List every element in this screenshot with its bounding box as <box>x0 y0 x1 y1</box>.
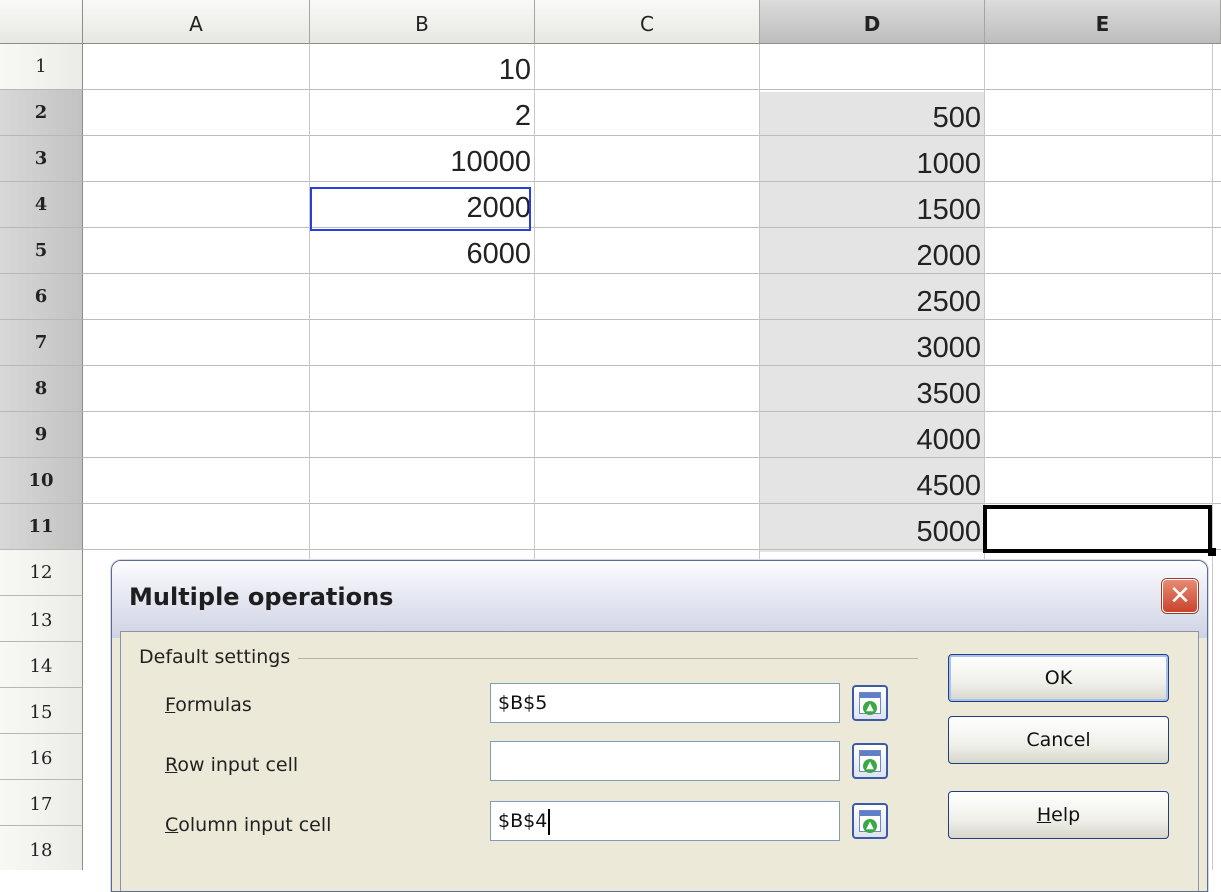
dialog-titlebar[interactable]: Multiple operations ✕ <box>112 561 1207 638</box>
column-header-d[interactable]: D <box>760 0 985 44</box>
row-header-1[interactable]: 1 <box>0 44 83 90</box>
row-header-14[interactable]: 14 <box>0 642 83 688</box>
cell-d7[interactable]: 3000 <box>760 326 985 370</box>
formulas-label: Formulas <box>165 694 252 716</box>
cell-d5[interactable]: 2000 <box>760 234 985 278</box>
ok-button[interactable]: OK <box>948 654 1169 702</box>
formulas-shrink-button[interactable]: ▲ <box>852 685 888 721</box>
select-all-corner[interactable] <box>0 0 83 44</box>
column-header-c[interactable]: C <box>535 0 760 44</box>
close-button[interactable]: ✕ <box>1162 579 1198 613</box>
reference-highlight-b4 <box>310 187 531 231</box>
row-header-3[interactable]: 3 <box>0 136 83 182</box>
gridline <box>83 365 1221 366</box>
cell-b1[interactable]: 10 <box>310 48 535 92</box>
column-input-cell-field[interactable]: $B$4 <box>490 801 840 841</box>
cancel-button[interactable]: Cancel <box>948 716 1169 764</box>
row-input-cell-shrink-button[interactable]: ▲ <box>852 743 888 779</box>
gridline <box>83 273 1221 274</box>
column-header-e[interactable]: E <box>985 0 1221 44</box>
cell-b3[interactable]: 10000 <box>310 140 535 184</box>
row-header-15[interactable]: 15 <box>0 688 83 734</box>
column-header-a[interactable]: A <box>83 0 310 44</box>
cell-d9[interactable]: 4000 <box>760 418 985 462</box>
row-header-11[interactable]: 11 <box>0 504 83 550</box>
row-input-cell-label: Row input cell <box>165 754 299 776</box>
row-input-cell-field[interactable] <box>490 741 840 781</box>
arrow-up-icon: ▲ <box>863 701 877 715</box>
row-header-5[interactable]: 5 <box>0 228 83 274</box>
formulas-field[interactable]: $B$5 <box>490 683 840 723</box>
row-header-12[interactable]: 12 <box>0 550 83 596</box>
gridline <box>83 457 1221 458</box>
gridline <box>83 89 1221 90</box>
fill-handle[interactable] <box>1208 548 1216 556</box>
text-caret <box>548 808 551 835</box>
cell-d4[interactable]: 1500 <box>760 188 985 232</box>
row-header-10[interactable]: 10 <box>0 458 83 504</box>
close-icon: ✕ <box>1169 581 1191 611</box>
gridline <box>83 411 1221 412</box>
dialog-title: Multiple operations <box>129 583 394 611</box>
row-header-17[interactable]: 17 <box>0 780 83 826</box>
gridline <box>83 181 1221 182</box>
row-header-13[interactable]: 13 <box>0 596 83 642</box>
gridline <box>83 135 1221 136</box>
gridline <box>83 503 1221 504</box>
help-button[interactable]: Help <box>948 791 1169 839</box>
multiple-operations-dialog: Multiple operations ✕ Default settings F… <box>111 560 1208 892</box>
cell-d8[interactable]: 3500 <box>760 372 985 416</box>
column-header-b[interactable]: B <box>310 0 535 44</box>
row-header-6[interactable]: 6 <box>0 274 83 320</box>
cell-d11[interactable]: 5000 <box>760 510 985 554</box>
row-header-16[interactable]: 16 <box>0 734 83 780</box>
column-input-cell-shrink-button[interactable]: ▲ <box>852 803 888 839</box>
gridline <box>83 319 1221 320</box>
cell-d10[interactable]: 4500 <box>760 464 985 508</box>
cell-d6[interactable]: 2500 <box>760 280 985 324</box>
gridline <box>1212 44 1213 870</box>
row-header-2[interactable]: 2 <box>0 90 83 136</box>
cell-cursor-e11[interactable] <box>983 505 1212 553</box>
gridline <box>83 227 1221 228</box>
row-header-8[interactable]: 8 <box>0 366 83 412</box>
row-header-7[interactable]: 7 <box>0 320 83 366</box>
cell-d2[interactable]: 500 <box>760 96 985 140</box>
arrow-up-icon: ▲ <box>863 819 877 833</box>
row-header-18[interactable]: 18 <box>0 826 83 870</box>
cell-d3[interactable]: 1000 <box>760 142 985 186</box>
row-header-9[interactable]: 9 <box>0 412 83 458</box>
default-settings-label: Default settings <box>139 646 299 668</box>
cell-b2[interactable]: 2 <box>310 94 535 138</box>
row-header-4[interactable]: 4 <box>0 182 83 228</box>
cell-b5[interactable]: 6000 <box>310 232 535 276</box>
column-input-cell-label: Column input cell <box>165 814 332 836</box>
arrow-up-icon: ▲ <box>863 759 877 773</box>
